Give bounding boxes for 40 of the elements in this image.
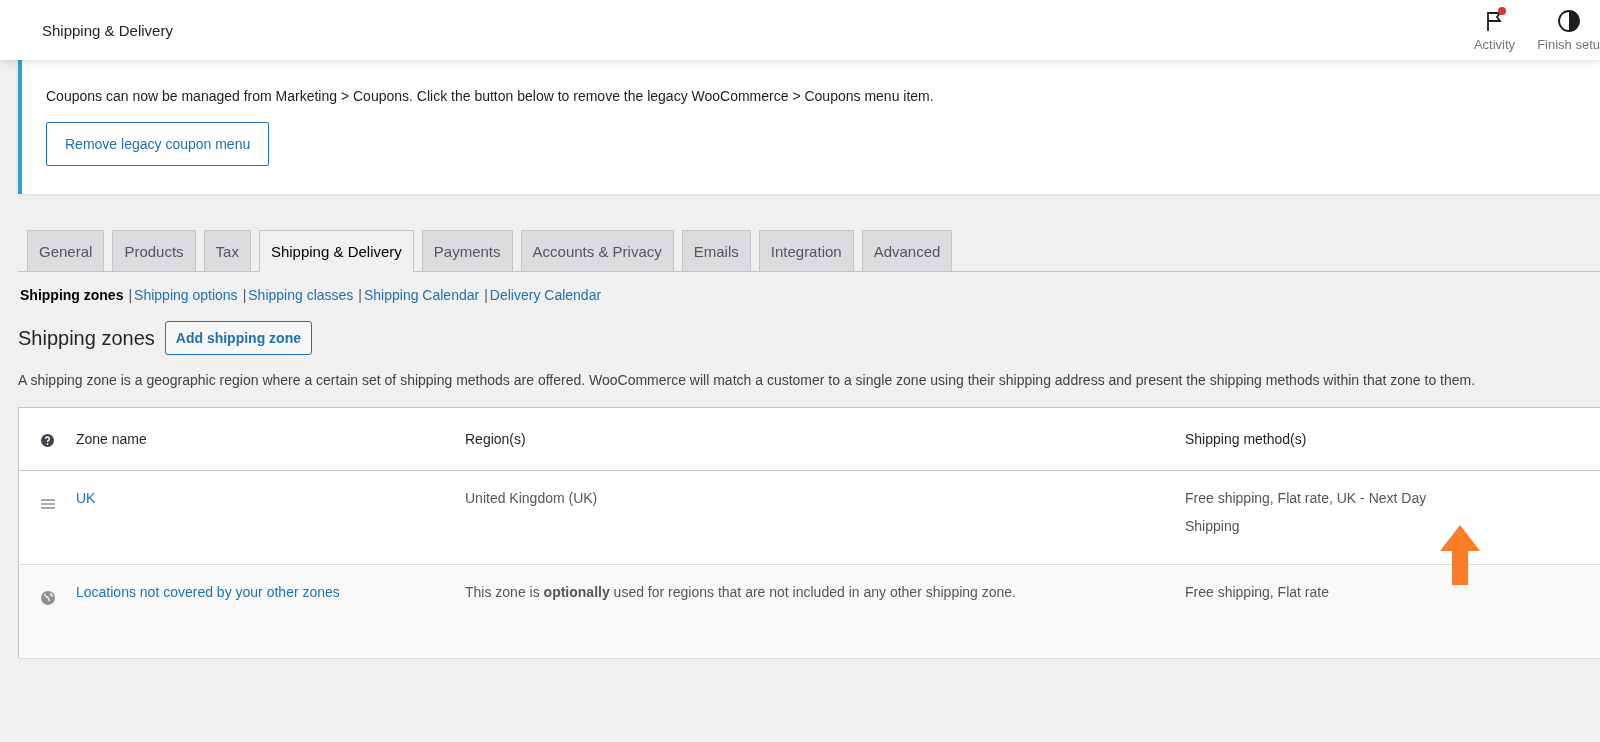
settings-tab[interactable]: Shipping & Delivery <box>258 230 414 272</box>
subsection-link[interactable]: Shipping Calendar <box>363 287 480 303</box>
settings-tab[interactable]: General <box>27 230 105 271</box>
separator: | <box>358 287 362 303</box>
column-header: Region(s) <box>465 407 1185 471</box>
settings-tab[interactable]: Payments <box>421 230 513 271</box>
settings-tab[interactable]: Products <box>112 230 196 271</box>
subsection-link[interactable]: Delivery Calendar <box>489 287 602 303</box>
settings-tab[interactable]: Emails <box>681 230 751 271</box>
header-action-button[interactable]: Activity <box>1473 8 1516 52</box>
section-heading: Shipping zones <box>18 326 155 350</box>
half-circle-icon <box>1556 8 1581 33</box>
region-text: United Kingdom (UK) <box>465 490 598 506</box>
remove-legacy-coupon-menu-button[interactable]: Remove legacy coupon menu <box>46 122 270 166</box>
zone-name-link[interactable]: UK <box>76 490 96 506</box>
subsection-link[interactable]: Shipping options <box>134 287 238 303</box>
settings-tab[interactable]: Advanced <box>861 230 953 271</box>
notice-text: Coupons can now be managed from Marketing > Coupons. Click the button below to remove the legacy WooCommerce > Coupons menu item. <box>46 88 935 104</box>
drag-handle-icon[interactable] <box>40 498 55 509</box>
help-icon[interactable] <box>41 433 54 447</box>
section-description: A shipping zone is a geographic region where a certain set of shipping methods are offered. WooCommerce will match a customer to a single zone using their shipping address and present the shipping methods within that zone to them. <box>18 371 1477 390</box>
settings-tab[interactable]: Accounts & Privacy <box>520 230 674 271</box>
up-arrow-icon <box>1440 525 1480 585</box>
subsection-link[interactable]: Shipping zones <box>20 287 124 303</box>
settings-tab[interactable]: Tax <box>203 230 251 271</box>
globe-icon <box>40 590 55 605</box>
column-header: Zone name <box>76 407 465 471</box>
page-title: Shipping & Delivery <box>42 21 174 39</box>
column-header: Shipping method(s) <box>1185 407 1600 471</box>
separator: | <box>484 287 488 303</box>
region-text: This zone is optionally used for regions that are not included in any other shipping zone. <box>465 584 1016 600</box>
settings-tab[interactable]: Integration <box>758 230 854 271</box>
shipping-methods-text: Free shipping, Flat rate <box>1185 583 1329 602</box>
header-action-button[interactable]: Finish setu <box>1537 8 1600 52</box>
separator: | <box>242 287 247 303</box>
separator: | <box>128 287 133 303</box>
shipping-methods-text: Free shipping, Flat rate, UK - Next Day Shipping <box>1185 489 1428 536</box>
add-shipping-zone-button[interactable]: Add shipping zone <box>164 321 312 355</box>
subsection-link[interactable]: Shipping classes <box>248 287 354 303</box>
zone-name-link[interactable]: Locations not covered by your other zones <box>76 584 340 600</box>
